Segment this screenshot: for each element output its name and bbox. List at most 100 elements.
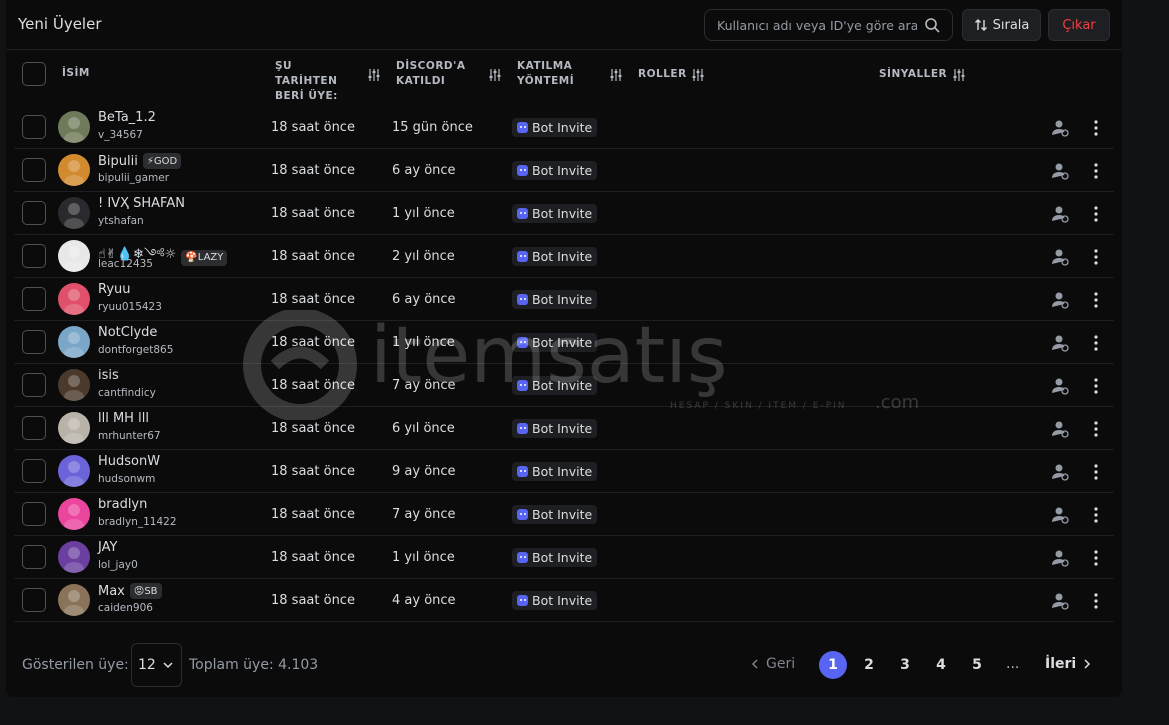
member-display-name[interactable]: HudsonW: [98, 454, 160, 469]
page-button-1[interactable]: 1: [819, 651, 847, 679]
table-row[interactable]: HudsonW hudsonwm 18 saat önce 9 ay önce …: [14, 450, 1114, 493]
user-profile-icon[interactable]: [1050, 591, 1070, 611]
user-profile-icon[interactable]: [1050, 419, 1070, 439]
avatar[interactable]: [58, 111, 90, 143]
table-row[interactable]: ! IVҲ SHAFAN ytshafan 18 saat önce 1 yıl…: [14, 192, 1114, 235]
member-since: 18 saat önce: [271, 120, 355, 135]
row-checkbox[interactable]: [22, 287, 46, 311]
table-row[interactable]: JAY lol_jay0 18 saat önce 1 yıl önce Bot…: [14, 536, 1114, 579]
member-display-name[interactable]: bradlyn: [98, 497, 147, 512]
row-checkbox[interactable]: [22, 459, 46, 483]
avatar[interactable]: [58, 326, 90, 358]
more-options-icon[interactable]: [1090, 591, 1102, 611]
member-display-name[interactable]: BeTa_1.2: [98, 110, 156, 125]
member-display-name[interactable]: NotClyde: [98, 325, 157, 340]
more-options-icon[interactable]: [1090, 462, 1102, 482]
page-button-4[interactable]: 4: [927, 651, 955, 679]
member-display-name[interactable]: Bipulii: [98, 154, 138, 169]
row-checkbox[interactable]: [22, 158, 46, 182]
row-checkbox[interactable]: [22, 244, 46, 268]
more-options-icon[interactable]: [1090, 204, 1102, 224]
more-options-icon[interactable]: [1090, 118, 1102, 138]
joined-discord: 7 ay önce: [392, 507, 456, 522]
avatar[interactable]: [58, 498, 90, 530]
table-row[interactable]: NotClyde dontforget865 18 saat önce 1 yı…: [14, 321, 1114, 364]
row-checkbox[interactable]: [22, 502, 46, 526]
table-row[interactable]: bradlyn bradlyn_11422 18 saat önce 7 ay …: [14, 493, 1114, 536]
member-display-name[interactable]: Ryuu: [98, 282, 131, 297]
more-options-icon[interactable]: [1090, 505, 1102, 525]
more-options-icon[interactable]: [1090, 548, 1102, 568]
more-options-icon[interactable]: [1090, 290, 1102, 310]
user-profile-icon[interactable]: [1050, 462, 1070, 482]
user-profile-icon[interactable]: [1050, 505, 1070, 525]
user-profile-icon[interactable]: [1050, 118, 1070, 138]
joined-discord: 1 yıl önce: [392, 206, 455, 221]
kick-button[interactable]: Çıkar: [1048, 9, 1110, 41]
more-options-icon[interactable]: [1090, 419, 1102, 439]
avatar[interactable]: [58, 240, 90, 272]
bot-icon: [517, 165, 528, 176]
row-checkbox[interactable]: [22, 588, 46, 612]
table-row[interactable]: ☝✌💧❄༺☼ 🍄LAZY leac12435 18 saat önce 2 yı…: [14, 235, 1114, 278]
row-checkbox[interactable]: [22, 201, 46, 225]
avatar-image: [64, 461, 84, 487]
avatar[interactable]: [58, 197, 90, 229]
table-row[interactable]: isis cantfindicy 18 saat önce 7 ay önce …: [14, 364, 1114, 407]
avatar[interactable]: [58, 455, 90, 487]
table-row[interactable]: BeTa_1.2 v_34567 18 saat önce 15 gün önc…: [14, 106, 1114, 149]
avatar[interactable]: [58, 283, 90, 315]
more-options-icon[interactable]: [1090, 333, 1102, 353]
avatar[interactable]: [58, 154, 90, 186]
filter-icon[interactable]: [691, 68, 705, 82]
avatar[interactable]: [58, 412, 90, 444]
member-display-name[interactable]: ! IVҲ SHAFAN: [98, 196, 185, 211]
row-checkbox[interactable]: [22, 373, 46, 397]
more-options-icon[interactable]: [1090, 247, 1102, 267]
filter-icon[interactable]: [952, 68, 966, 82]
user-profile-icon[interactable]: [1050, 376, 1070, 396]
filter-icon[interactable]: [367, 68, 381, 82]
row-checkbox[interactable]: [22, 330, 46, 354]
select-all-checkbox[interactable]: [22, 62, 46, 86]
filter-icon[interactable]: [488, 68, 502, 82]
row-checkbox[interactable]: [22, 416, 46, 440]
user-profile-icon[interactable]: [1050, 204, 1070, 224]
member-display-name[interactable]: JAY: [98, 540, 117, 555]
user-profile-icon[interactable]: [1050, 161, 1070, 181]
join-method-badge: Bot Invite: [512, 204, 598, 223]
more-options-icon[interactable]: [1090, 376, 1102, 396]
table-row[interactable]: Max 😡SB caiden906 18 saat önce 4 ay önce…: [14, 579, 1114, 622]
member-since: 18 saat önce: [271, 378, 355, 393]
user-profile-icon[interactable]: [1050, 290, 1070, 310]
filter-icon[interactable]: [609, 68, 623, 82]
page-button-3[interactable]: 3: [891, 651, 919, 679]
member-display-name[interactable]: Max: [98, 584, 125, 599]
joined-discord: 1 yıl önce: [392, 550, 455, 565]
member-username: ytshafan: [98, 215, 144, 227]
avatar[interactable]: [58, 369, 90, 401]
previous-page-button[interactable]: Geri: [750, 656, 795, 672]
user-profile-icon[interactable]: [1050, 548, 1070, 568]
page-button-2[interactable]: 2: [855, 651, 883, 679]
member-since: 18 saat önce: [271, 464, 355, 479]
user-profile-icon[interactable]: [1050, 247, 1070, 267]
per-page-select[interactable]: 12: [131, 643, 182, 687]
row-checkbox[interactable]: [22, 545, 46, 569]
avatar[interactable]: [58, 584, 90, 616]
search-icon[interactable]: [924, 17, 940, 33]
table-row[interactable]: Ryuu ryuu015423 18 saat önce 6 ay önce B…: [14, 278, 1114, 321]
search-input[interactable]: [717, 16, 917, 34]
search-box[interactable]: [704, 9, 953, 41]
row-checkbox[interactable]: [22, 115, 46, 139]
page-button-5[interactable]: 5: [963, 651, 991, 679]
sort-button[interactable]: Sırala: [962, 9, 1041, 41]
more-options-icon[interactable]: [1090, 161, 1102, 181]
table-row[interactable]: Bipulii ⚡GOD bipulii_gamer 18 saat önce …: [14, 149, 1114, 192]
table-row[interactable]: lll MH lll mrhunter67 18 saat önce 6 yıl…: [14, 407, 1114, 450]
member-display-name[interactable]: isis: [98, 368, 119, 383]
member-display-name[interactable]: lll MH lll: [98, 411, 149, 426]
user-profile-icon[interactable]: [1050, 333, 1070, 353]
next-page-button[interactable]: İleri: [1045, 656, 1092, 672]
avatar[interactable]: [58, 541, 90, 573]
